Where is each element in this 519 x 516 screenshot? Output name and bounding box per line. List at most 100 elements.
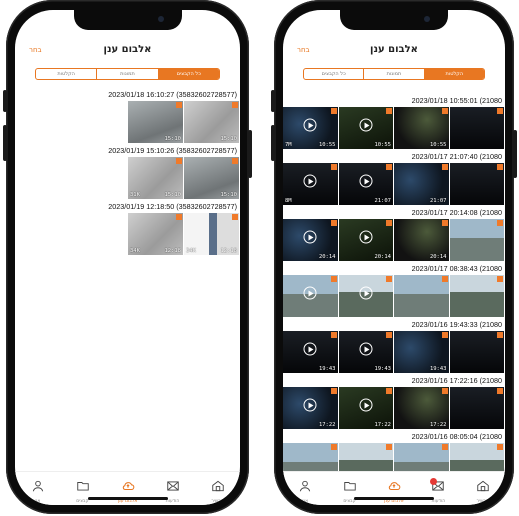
media-thumbnail[interactable]: 20:14 [394,219,449,261]
media-thumbnail[interactable]: 10:55 [394,107,449,149]
top-bar: אלבום ענן בחר [15,42,240,64]
cloud-badge-icon [386,388,392,394]
cloud-badge-icon [441,444,448,450]
media-thumbnail[interactable]: 19:43 [338,331,393,373]
media-group: 2023/01/17 08:38:43 (21080 [283,264,505,317]
thumb-row: 34K 12:18 34K 12:18 [15,213,240,255]
play-icon[interactable] [359,286,373,300]
play-icon[interactable] [303,286,317,300]
screen-right: אלבום ענן בחר כל הקבצים תמונות הקלטות 20… [283,10,505,505]
play-icon[interactable] [359,118,373,132]
media-thumbnail[interactable]: 15:10 [184,101,239,143]
group-header: 2023/01/19 12:18:50 (35832602728577) [108,202,237,211]
media-group: 2023/01/16 17:22:16 (21080 17:22 17:22 17:2… [283,376,505,429]
filter-tabs: הקלטות תמונות כל הקבצים [35,68,220,80]
media-thumbnail[interactable] [449,107,504,149]
media-thumbnail[interactable] [449,331,504,373]
media-thumbnail[interactable]: 34K 12:18 [184,213,239,255]
media-thumbnail[interactable]: 19:43 [394,331,449,373]
media-list: 2023/01/18 10:55:01 (21080 7M 10:55 10:55 10… [283,96,505,471]
cloud-badge-icon [497,164,503,170]
notch [73,10,182,30]
page-title: אלבום ענן [370,44,418,55]
media-thumbnail[interactable] [449,219,504,261]
nav-item-home[interactable]: מכשיר [465,472,501,505]
nav-item-folder[interactable]: קבצים [332,472,368,505]
media-thumbnail[interactable] [394,275,449,317]
nav-item-person[interactable]: אני [20,472,56,505]
file-size-label: 34K [130,248,140,254]
file-size-label: 7M [285,142,292,148]
cloud-badge-icon [497,332,503,338]
media-thumbnail[interactable]: 21:07 [394,163,449,205]
home-indicator [87,497,168,500]
select-button[interactable]: בחר [297,46,310,54]
media-thumbnail[interactable] [449,387,504,429]
play-icon[interactable] [359,398,373,412]
nav-label: מכשיר [476,499,489,504]
media-thumbnail[interactable]: 15:10 [128,101,183,143]
media-thumbnail[interactable]: 20:14 [283,219,338,261]
play-icon[interactable] [359,230,373,244]
tab-all-files[interactable]: כל הקבצים [157,69,219,79]
media-thumbnail[interactable]: 7M 10:55 [283,107,338,149]
media-thumbnail[interactable]: 17:22 [338,387,393,429]
media-thumbnail[interactable]: 20:14 [338,219,393,261]
play-icon[interactable] [303,398,317,412]
media-thumbnail[interactable] [449,443,504,471]
nav-item-home[interactable]: מכשיר [200,472,236,505]
media-thumbnail[interactable]: 31K 15:10 [128,157,183,199]
nav-item-mail[interactable]: הודעות [420,472,456,505]
nav-item-person[interactable]: אני [287,472,323,505]
media-thumbnail[interactable]: 17:22 [283,387,338,429]
play-icon[interactable] [303,230,317,244]
media-thumbnail[interactable] [394,443,449,471]
cloud-badge-icon [441,276,448,282]
time-label: 10:55 [374,142,391,148]
media-thumbnail[interactable]: 15:10 [184,157,239,199]
cloud-badge-icon [232,102,238,108]
group-header: 2023/01/17 20:14:08 (21080 [411,208,502,217]
play-icon[interactable] [359,342,373,356]
nav-item-mail[interactable]: הודעות [155,472,191,505]
nav-label: הודעות [165,499,180,504]
tab-recordings[interactable]: הקלטות [36,69,96,79]
nav-item-cloud[interactable]: אלבום ענן [110,472,146,505]
tab-photos[interactable]: תמונות [363,69,423,79]
page-title: אלבום ענן [103,44,152,55]
media-thumbnail[interactable]: 10:55 [338,107,393,149]
play-icon[interactable] [303,342,317,356]
media-thumbnail[interactable]: 17:22 [394,387,449,429]
media-thumbnail[interactable] [338,443,393,471]
nav-item-folder[interactable]: קבצים [65,472,101,505]
cloud-icon [121,478,135,497]
media-thumbnail[interactable]: 34K 12:18 [128,213,183,255]
time-label: 20:14 [429,254,447,260]
play-icon[interactable] [303,118,317,132]
media-group: 2023/01/17 20:14:08 (21080 20:14 20:14 20:1… [283,208,505,261]
cloud-badge-icon [497,220,503,226]
cloud-icon [387,478,401,497]
media-thumbnail[interactable] [449,275,504,317]
media-thumbnail[interactable] [449,163,504,205]
person-icon [298,478,312,497]
media-thumbnail[interactable]: 21:07 [338,163,393,205]
tab-all-files[interactable]: כל הקבצים [304,69,363,79]
tab-photos[interactable]: תמונות [96,69,157,79]
media-thumbnail[interactable]: 8M [283,163,338,205]
person-icon [31,478,45,497]
media-thumbnail[interactable] [283,443,338,471]
media-thumbnail[interactable]: 19:43 [283,331,338,373]
nav-item-cloud[interactable]: אלבום ענן [376,472,412,505]
play-icon[interactable] [303,174,317,188]
cloud-badge-icon [386,444,392,450]
nav-label: הודעות [431,499,446,504]
media-thumbnail[interactable] [338,275,393,317]
time-label: 12:18 [164,248,181,254]
select-button[interactable]: בחר [29,46,42,54]
play-icon[interactable] [359,174,373,188]
thumb-row: 19:43 19:43 19:43 [283,331,505,373]
media-thumbnail[interactable] [283,275,338,317]
top-bar: אלבום ענן בחר [283,42,505,64]
tab-recordings[interactable]: הקלטות [423,69,484,79]
